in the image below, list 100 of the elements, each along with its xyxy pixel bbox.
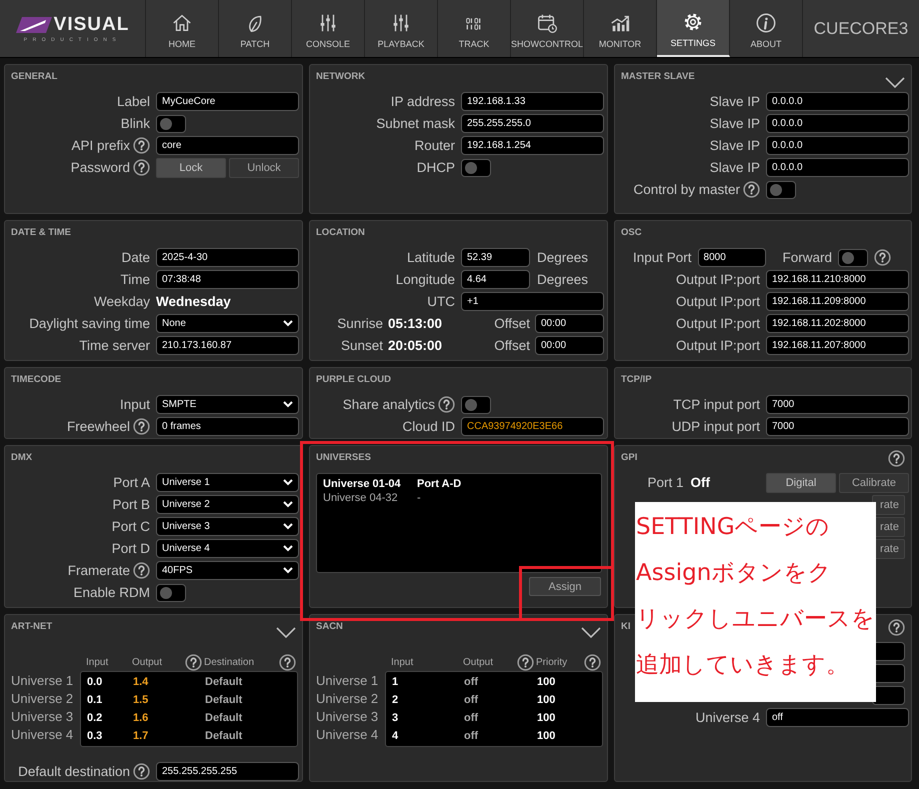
input-field[interactable]: 255.255.255.255 [156,762,299,781]
help-icon[interactable] [438,396,455,413]
field-label: IP address [390,94,455,109]
logo-icon [16,16,52,34]
help-icon[interactable] [133,763,150,780]
settings-icon [682,11,704,33]
input-field[interactable]: MyCueCore [156,92,299,111]
field-label: Label [116,94,150,109]
dropdown[interactable]: Universe 4 [156,539,299,558]
toggle-switch[interactable] [766,180,796,198]
dropdown[interactable]: None [156,314,299,333]
input-field[interactable]: 192.168.11.207:8000 [766,336,909,355]
partial-button[interactable]: rate [872,495,905,515]
input-field[interactable]: 8000 [698,248,766,267]
toggle-button[interactable]: Calibrate [839,472,909,492]
input-field[interactable]: 00:00 [535,336,604,355]
help-icon[interactable] [279,654,296,670]
panel-title: LOCATION [316,227,365,238]
field-label: Latitude [406,250,455,265]
help-icon[interactable] [133,562,150,579]
calendar-icon [536,12,558,34]
field-label: Control by master [633,182,740,197]
input-field[interactable]: 07:38:48 [156,270,299,289]
toggle-switch[interactable] [156,584,186,602]
dropdown[interactable]: SMPTE [156,395,299,414]
input-field[interactable]: 7000 [766,417,909,436]
nav-tab[interactable]: SETTINGS [657,0,730,57]
info-icon [755,12,777,34]
input-field[interactable]: 0.0.0.0 [766,92,909,111]
table-cell-text: Default [205,694,244,706]
row-label: Universe 1 [11,672,74,690]
input-field[interactable]: 0.0.0.0 [766,158,909,177]
nav-tab[interactable]: SHOWCONTROL [511,0,584,57]
input-field[interactable]: CCA93974920E3E66 [461,417,604,436]
input-field[interactable]: 4.64 [461,270,530,289]
toggle-switch[interactable] [838,248,868,266]
row-label: Universe 3 [11,708,74,726]
input-field[interactable]: 255.255.255.0 [461,114,604,133]
table-cell-text: Default [205,730,244,742]
dropdown[interactable]: Universe 2 [156,495,299,514]
input-field[interactable]: +1 [461,292,604,311]
input-field[interactable] [872,686,905,705]
toggle-switch[interactable] [461,396,491,414]
help-icon[interactable] [743,181,760,198]
chevron-down-icon [283,523,293,530]
field-label: Port A [113,475,150,490]
chevron-down-icon [283,501,293,508]
dropdown[interactable]: Universe 1 [156,473,299,492]
input-field[interactable]: 52.39 [461,248,530,267]
table-cell-text: 1 [392,676,400,688]
input-field[interactable]: 0.0.0.0 [766,136,909,155]
input-field[interactable]: 192.168.1.33 [461,92,604,111]
dropdown[interactable]: 40FPS [156,561,299,580]
toggle-button[interactable]: Lock [156,158,226,178]
chevron-down-icon[interactable] [885,77,905,89]
input-field[interactable]: 210.173.160.87 [156,336,299,355]
help-icon[interactable] [133,418,150,435]
input-field[interactable]: 00:00 [535,314,604,333]
dropdown[interactable]: Universe 3 [156,517,299,536]
help-icon[interactable] [133,137,150,154]
input-field[interactable]: 0 frames [156,417,299,436]
column-header: Input [86,656,108,668]
table-cell-text: 2 [392,694,400,706]
input-field[interactable]: 2025-4-30 [156,248,299,267]
help-icon[interactable] [517,654,534,670]
input-field[interactable]: 192.168.11.210:8000 [766,270,909,289]
field-label: Date [121,250,150,265]
input-field[interactable]: core [156,136,299,155]
toggle-button[interactable]: Unlock [229,158,299,178]
table-cell-text: 4 [392,730,400,742]
help-icon[interactable] [185,654,202,670]
table-cell-text: 1.6 [133,712,150,724]
field-label: API prefix [71,138,130,153]
chevron-down-icon[interactable] [276,627,296,639]
field-label: Output IP:port [676,316,760,331]
toggle-button[interactable]: Digital [766,472,836,492]
help-icon[interactable] [584,654,601,670]
universe-row[interactable]: Universe 01-04 Port A-D [323,478,595,490]
help-icon[interactable] [888,619,905,636]
help-icon[interactable] [888,450,905,467]
chevron-down-icon[interactable] [581,627,601,639]
logo-wordmark: VISUAL [54,14,130,36]
input-field[interactable]: 192.168.11.202:8000 [766,314,909,333]
input-field[interactable]: 0.0.0.0 [766,114,909,133]
universe-row[interactable]: Universe 04-32 - [323,492,595,504]
field-label: Weekday [94,294,150,309]
table-cell-text: 1.7 [133,730,150,742]
toggle-switch[interactable] [461,158,491,176]
input-field[interactable]: 192.168.11.209:8000 [766,292,909,311]
input-field[interactable]: 7000 [766,395,909,414]
input-field[interactable]: 192.168.1.254 [461,136,604,155]
help-icon[interactable] [874,249,891,266]
assign-button[interactable]: Assign [529,577,601,596]
input-field[interactable]: off [766,708,909,727]
toggle-switch[interactable] [156,114,186,132]
help-icon[interactable] [133,159,150,176]
field-label: Password [70,160,130,175]
field-label: Cloud ID [402,419,455,434]
field-label: Universe 4 [695,710,760,725]
table-cell-text: 0.2 [87,712,104,724]
